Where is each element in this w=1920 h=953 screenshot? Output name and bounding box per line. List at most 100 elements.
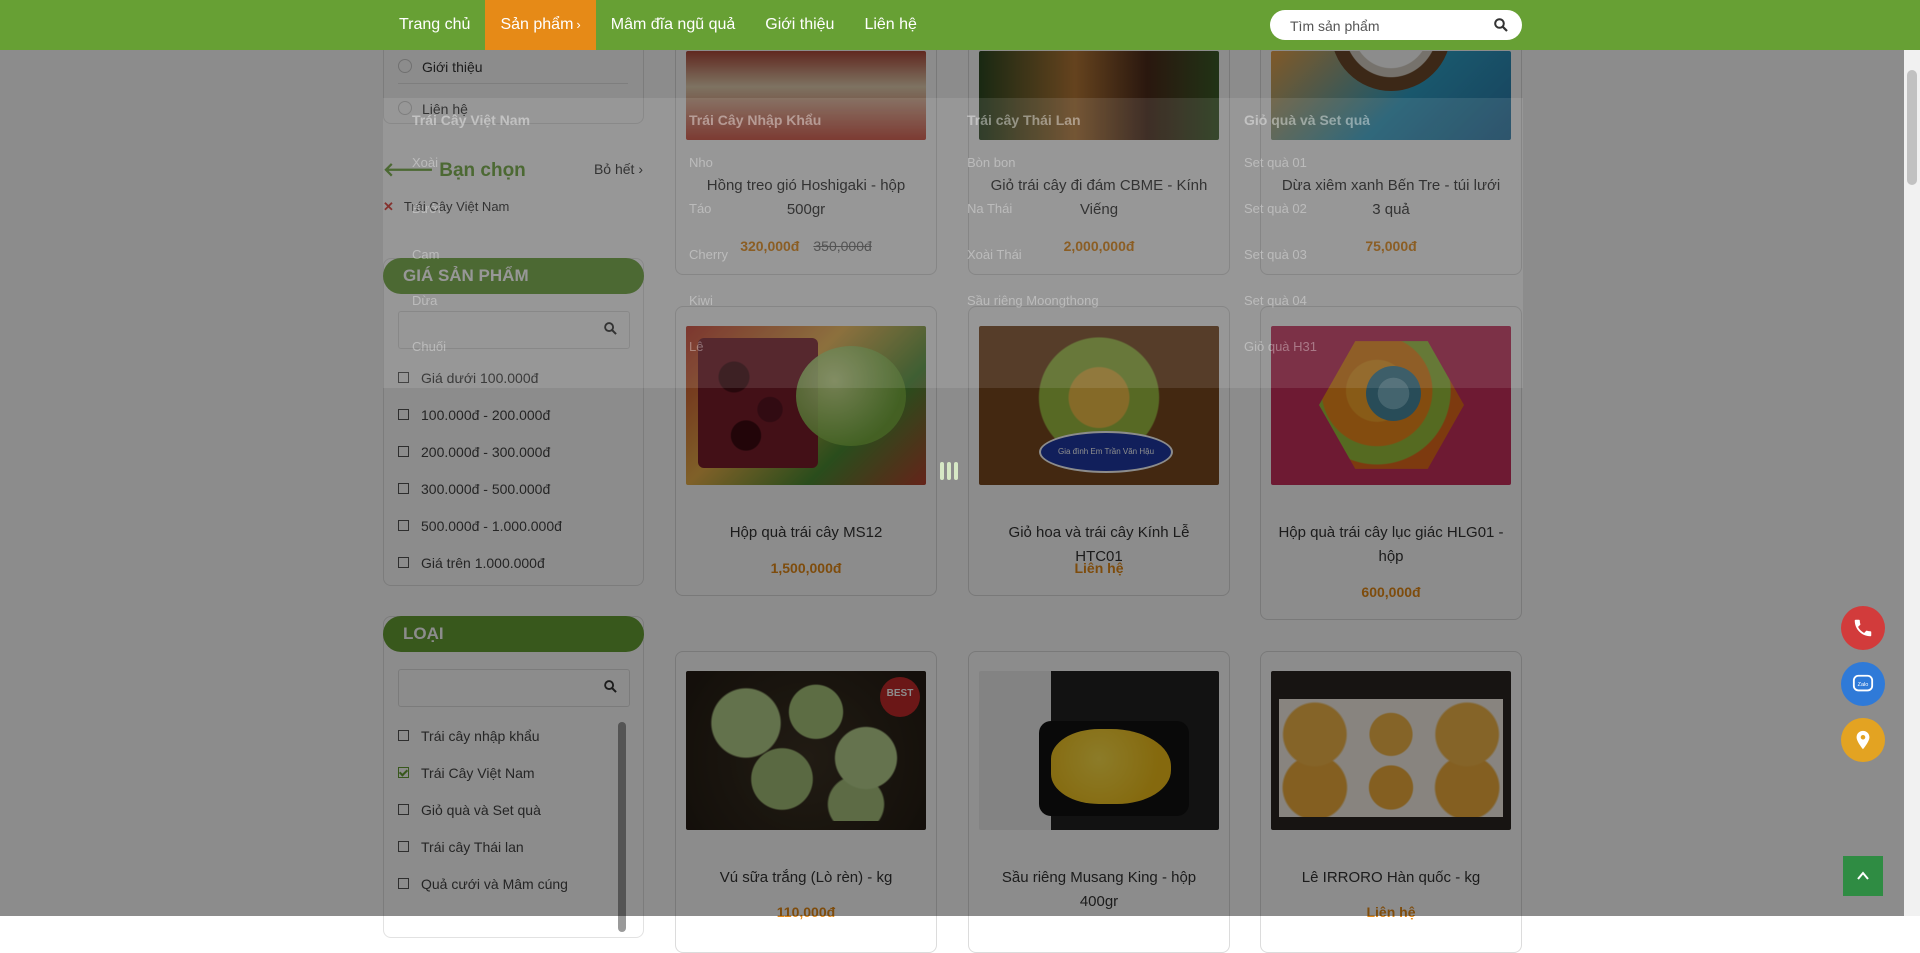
back-to-top-button[interactable] [1843, 856, 1883, 896]
nav-label: Sản phẩm [500, 16, 574, 33]
current-price: 320,000đ [740, 238, 800, 254]
top-navbar: Trang chủ Sản phẩm › Mâm đĩa ngũ quả Giới… [0, 0, 1920, 50]
chevron-right-icon: › [638, 161, 643, 177]
price-option[interactable]: 200.000đ - 300.000đ [398, 444, 550, 460]
option-label: 200.000đ - 300.000đ [421, 444, 551, 460]
checkbox[interactable] [398, 519, 409, 531]
product-image[interactable] [686, 671, 926, 830]
type-option[interactable]: Trái cây Thái lan [398, 839, 524, 855]
checkbox[interactable] [398, 371, 409, 383]
product-name[interactable]: Hộp quà trái cây MS12 [691, 521, 921, 545]
search-input[interactable] [1288, 10, 1492, 42]
nav-item-about[interactable]: Giới thiệu [750, 0, 849, 50]
product-card[interactable]: Hộp quà trái cây lục giác HLG01 - hộp 60… [1260, 306, 1522, 620]
search-icon[interactable] [1494, 18, 1508, 37]
selected-filters-title[interactable]: 🡐 Bạn chọn [383, 158, 526, 182]
product-price: 320,000đ 350,000đ [676, 238, 936, 254]
checkbox[interactable] [398, 877, 409, 889]
product-price: 600,000đ [1361, 584, 1421, 600]
checkbox[interactable] [398, 840, 409, 852]
checkbox[interactable] [398, 803, 409, 815]
option-label: Giỏ quà và Set quà [421, 802, 541, 818]
nav-item-contact[interactable]: Liên hệ [849, 0, 932, 50]
zalo-button[interactable]: Zalo [1841, 662, 1885, 706]
product-card[interactable]: Hộp quà trái cây MS12 1,500,000đ [675, 306, 937, 596]
scrollbar-thumb[interactable] [1907, 70, 1917, 185]
product-image[interactable] [686, 326, 926, 485]
nav-item-fruit-trays[interactable]: Mâm đĩa ngũ quả [596, 0, 751, 50]
product-card[interactable]: Lê IRRORO Hàn quốc - kg Liên hệ [1260, 651, 1522, 953]
product-card[interactable]: Vú sữa trắng (Lò rèn) - kg 110,000đ [675, 651, 937, 953]
price-option[interactable]: 500.000đ - 1.000.000đ [398, 518, 562, 534]
price-filter: GIÁ SẢN PHẨM Giá dưới 100.000đ 100.000đ … [383, 258, 644, 586]
type-option[interactable]: Trái cây nhập khẩu [398, 728, 540, 744]
product-name[interactable]: Dừa xiêm xanh Bến Tre - túi lưới 3 quả [1276, 174, 1506, 222]
sidebar-mini-menu: Giới thiệu Liên hệ [383, 40, 644, 124]
product-price: Liên hệ [1074, 560, 1124, 576]
product-name[interactable]: Lê IRRORO Hàn quốc - kg [1276, 866, 1506, 890]
checkbox[interactable] [398, 408, 409, 420]
mini-menu-item[interactable]: Giới thiệu [422, 59, 483, 75]
checkbox[interactable] [398, 482, 409, 494]
type-filter: LOẠI Trái cây nhập khẩu Trái Cây Việt Na… [383, 616, 644, 938]
option-label: 100.000đ - 200.000đ [421, 407, 551, 423]
search-bar [1270, 10, 1522, 42]
product-name[interactable]: Hộp quà trái cây lục giác HLG01 - hộp [1276, 521, 1506, 569]
mini-menu-item[interactable]: Liên hệ [422, 101, 468, 117]
page-scrollbar[interactable] [1904, 50, 1920, 916]
price-option[interactable]: Giá trên 1.000.000đ [398, 555, 545, 571]
checkbox[interactable] [398, 729, 409, 741]
type-filter-scrollbar[interactable] [618, 722, 626, 932]
clear-all-button[interactable]: Bỏ hết › [594, 161, 643, 177]
product-image[interactable] [1271, 51, 1511, 140]
product-image[interactable] [686, 51, 926, 140]
product-name[interactable]: Hồng treo gió Hoshigaki - hộp 500gr [691, 174, 921, 222]
nav-item-home[interactable]: Trang chủ [384, 0, 485, 50]
radio-icon [398, 101, 412, 115]
product-image[interactable] [1271, 326, 1511, 485]
checkbox[interactable] [398, 556, 409, 568]
product-card[interactable]: Giỏ hoa và trái cây Kính Lễ HTC01 Liên h… [968, 306, 1230, 596]
phone-button[interactable] [1841, 606, 1885, 650]
type-option[interactable]: Quả cưới và Mâm cúng [398, 876, 568, 892]
option-label: Giá trên 1.000.000đ [421, 555, 545, 571]
map-button[interactable] [1841, 718, 1885, 762]
price-option[interactable]: 100.000đ - 200.000đ [398, 407, 550, 423]
price-option[interactable]: Giá dưới 100.000đ [398, 370, 538, 386]
product-image[interactable] [979, 671, 1219, 830]
search-icon[interactable] [604, 680, 617, 698]
selected-filters-header: 🡐 Bạn chọn Bỏ hết › [383, 158, 643, 182]
product-image[interactable] [1271, 671, 1511, 830]
divider [398, 83, 628, 84]
selected-filter-chip: ✕ Trái Cây Việt Nam [383, 199, 509, 215]
product-card[interactable]: Sầu riêng Musang King - hộp 400gr [968, 651, 1230, 953]
product-name[interactable]: Giỏ trái cây đi đám CBME - Kính Viếng [984, 174, 1214, 222]
product-price: 75,000đ [1365, 238, 1417, 254]
type-filter-title: LOẠI [383, 616, 644, 652]
selected-title-text: Bạn chọn [439, 160, 526, 181]
product-price: 110,000đ [776, 904, 836, 920]
checkbox-checked[interactable] [398, 766, 409, 778]
option-label: Trái cây Thái lan [421, 839, 524, 855]
nav-label: Liên hệ [864, 16, 917, 33]
product-price: Liên hệ [1366, 904, 1416, 920]
nav-item-products[interactable]: Sản phẩm › [485, 0, 596, 50]
type-filter-search-input[interactable] [399, 670, 593, 706]
product-name[interactable]: Vú sữa trắng (Lò rèn) - kg [691, 866, 921, 890]
remove-icon[interactable]: ✕ [383, 199, 394, 214]
option-label: Trái Cây Việt Nam [421, 765, 535, 781]
type-option[interactable]: Giỏ quà và Set quà [398, 802, 541, 818]
search-icon[interactable] [604, 322, 617, 340]
main-nav: Trang chủ Sản phẩm › Mâm đĩa ngũ quả Giới… [384, 0, 932, 50]
type-option[interactable]: Trái Cây Việt Nam [398, 765, 535, 781]
type-filter-search [398, 669, 630, 707]
product-name[interactable]: Sầu riêng Musang King - hộp 400gr [984, 866, 1214, 914]
price-filter-title: GIÁ SẢN PHẨM [383, 258, 644, 294]
arrow-left-icon: 🡐 [383, 160, 434, 181]
checkbox[interactable] [398, 445, 409, 457]
price-filter-search-input[interactable] [399, 312, 593, 348]
price-option[interactable]: 300.000đ - 500.000đ [398, 481, 550, 497]
product-image[interactable] [979, 326, 1219, 485]
old-price: 350,000đ [813, 238, 872, 254]
product-image[interactable] [979, 51, 1219, 140]
